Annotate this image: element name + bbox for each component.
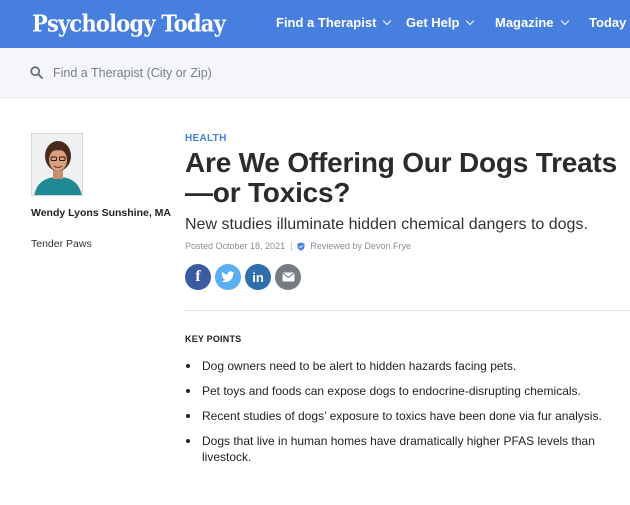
facebook-share-button[interactable]: f (185, 264, 211, 290)
key-points-list: Dog owners need to be alert to hidden ha… (185, 358, 630, 474)
twitter-icon (221, 271, 235, 283)
article-category[interactable]: HEALTH (185, 133, 227, 144)
blog-name[interactable]: Tender Paws (31, 238, 92, 250)
chevron-down-icon (466, 16, 475, 25)
key-points-heading: KEY POINTS (185, 334, 242, 344)
nav-label: Find a Therapist (276, 15, 377, 30)
shield-icon (297, 242, 305, 251)
key-point-item: Pet toys and foods can expose dogs to en… (185, 383, 630, 399)
email-share-button[interactable] (275, 264, 301, 290)
nav-label: Magazine (495, 15, 554, 30)
chevron-down-icon (560, 16, 569, 25)
meta-separator: | (290, 241, 293, 251)
key-point-item: Dogs that live in human homes have drama… (185, 433, 630, 465)
linkedin-share-button[interactable]: in (245, 264, 271, 290)
share-buttons: f in (185, 264, 305, 290)
key-point-item: Recent studies of dogs’ exposure to toxi… (185, 408, 630, 424)
site-logo[interactable]: Psychology Today (32, 9, 226, 37)
article-subtitle: New studies illuminate hidden chemical d… (185, 216, 588, 233)
author-name[interactable]: Wendy Lyons Sunshine, MA (31, 206, 171, 220)
top-nav-bar: Psychology Today Find a Therapist Get He… (0, 0, 630, 48)
linkedin-icon: in (252, 269, 264, 285)
nav-find-therapist[interactable]: Find a Therapist (276, 15, 392, 30)
nav-magazine[interactable]: Magazine (495, 15, 569, 30)
facebook-icon: f (195, 268, 201, 285)
search-bar (0, 48, 630, 98)
nav-label: Get Help (406, 15, 460, 30)
key-point-item: Dog owners need to be alert to hidden ha… (185, 358, 630, 374)
chevron-down-icon (383, 16, 392, 25)
article-meta: Posted October 18, 2021 | Reviewed by De… (185, 241, 411, 251)
nav-get-help[interactable]: Get Help (406, 15, 475, 30)
section-divider (185, 310, 630, 311)
email-icon (281, 272, 295, 282)
article-title: Are We Offering Our Dogs Treats—or Toxic… (185, 147, 618, 208)
therapist-search-input[interactable] (50, 63, 410, 83)
search-icon[interactable] (30, 66, 43, 79)
nav-today[interactable]: Today (589, 15, 626, 30)
reviewed-by[interactable]: Reviewed by Devon Frye (310, 241, 411, 251)
posted-date: Posted October 18, 2021 (185, 241, 286, 251)
twitter-share-button[interactable] (215, 264, 241, 290)
nav-label: Today (589, 15, 627, 30)
author-avatar[interactable] (31, 133, 83, 196)
